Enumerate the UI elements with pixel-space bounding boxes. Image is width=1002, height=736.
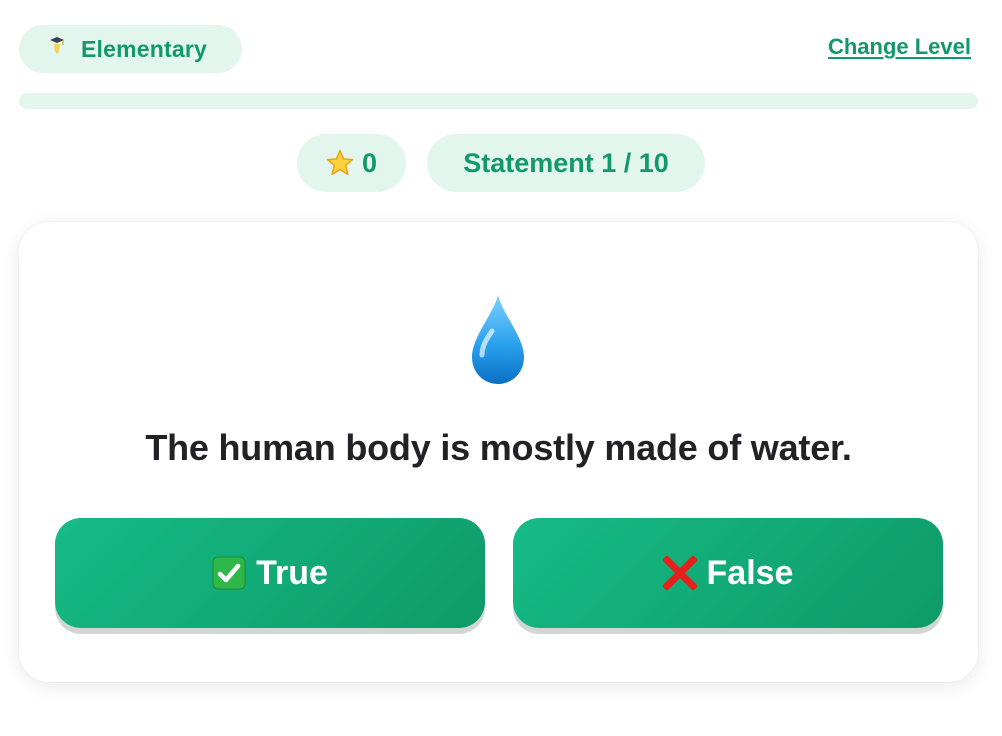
check-mark-icon	[212, 556, 246, 590]
stats-row: 0 Statement 1 / 10	[0, 134, 1002, 192]
progress-bar	[19, 93, 978, 109]
level-label: Elementary	[81, 35, 208, 62]
quiz-page: Elementary Change Level 0 Statement 1 / …	[0, 0, 1002, 736]
statement-text: The human body is mostly made of water.	[145, 427, 852, 468]
level-badge: Elementary	[19, 25, 242, 73]
cross-mark-icon	[661, 555, 698, 591]
statement-counter: Statement 1 / 10	[427, 134, 705, 192]
false-button[interactable]: False	[513, 518, 943, 628]
false-button-label: False	[706, 553, 794, 592]
score-value: 0	[361, 147, 378, 178]
question-card: The human body is mostly made of water. …	[19, 222, 978, 682]
water-drop-icon	[468, 293, 528, 387]
true-button-label: True	[256, 553, 328, 592]
true-button[interactable]: True	[55, 518, 485, 628]
score-badge: 0	[297, 134, 406, 192]
change-level-link[interactable]: Change Level	[828, 34, 971, 60]
graduation-cap-icon	[49, 35, 65, 57]
statement-counter-label: Statement 1 / 10	[463, 147, 669, 178]
star-icon	[326, 149, 354, 177]
